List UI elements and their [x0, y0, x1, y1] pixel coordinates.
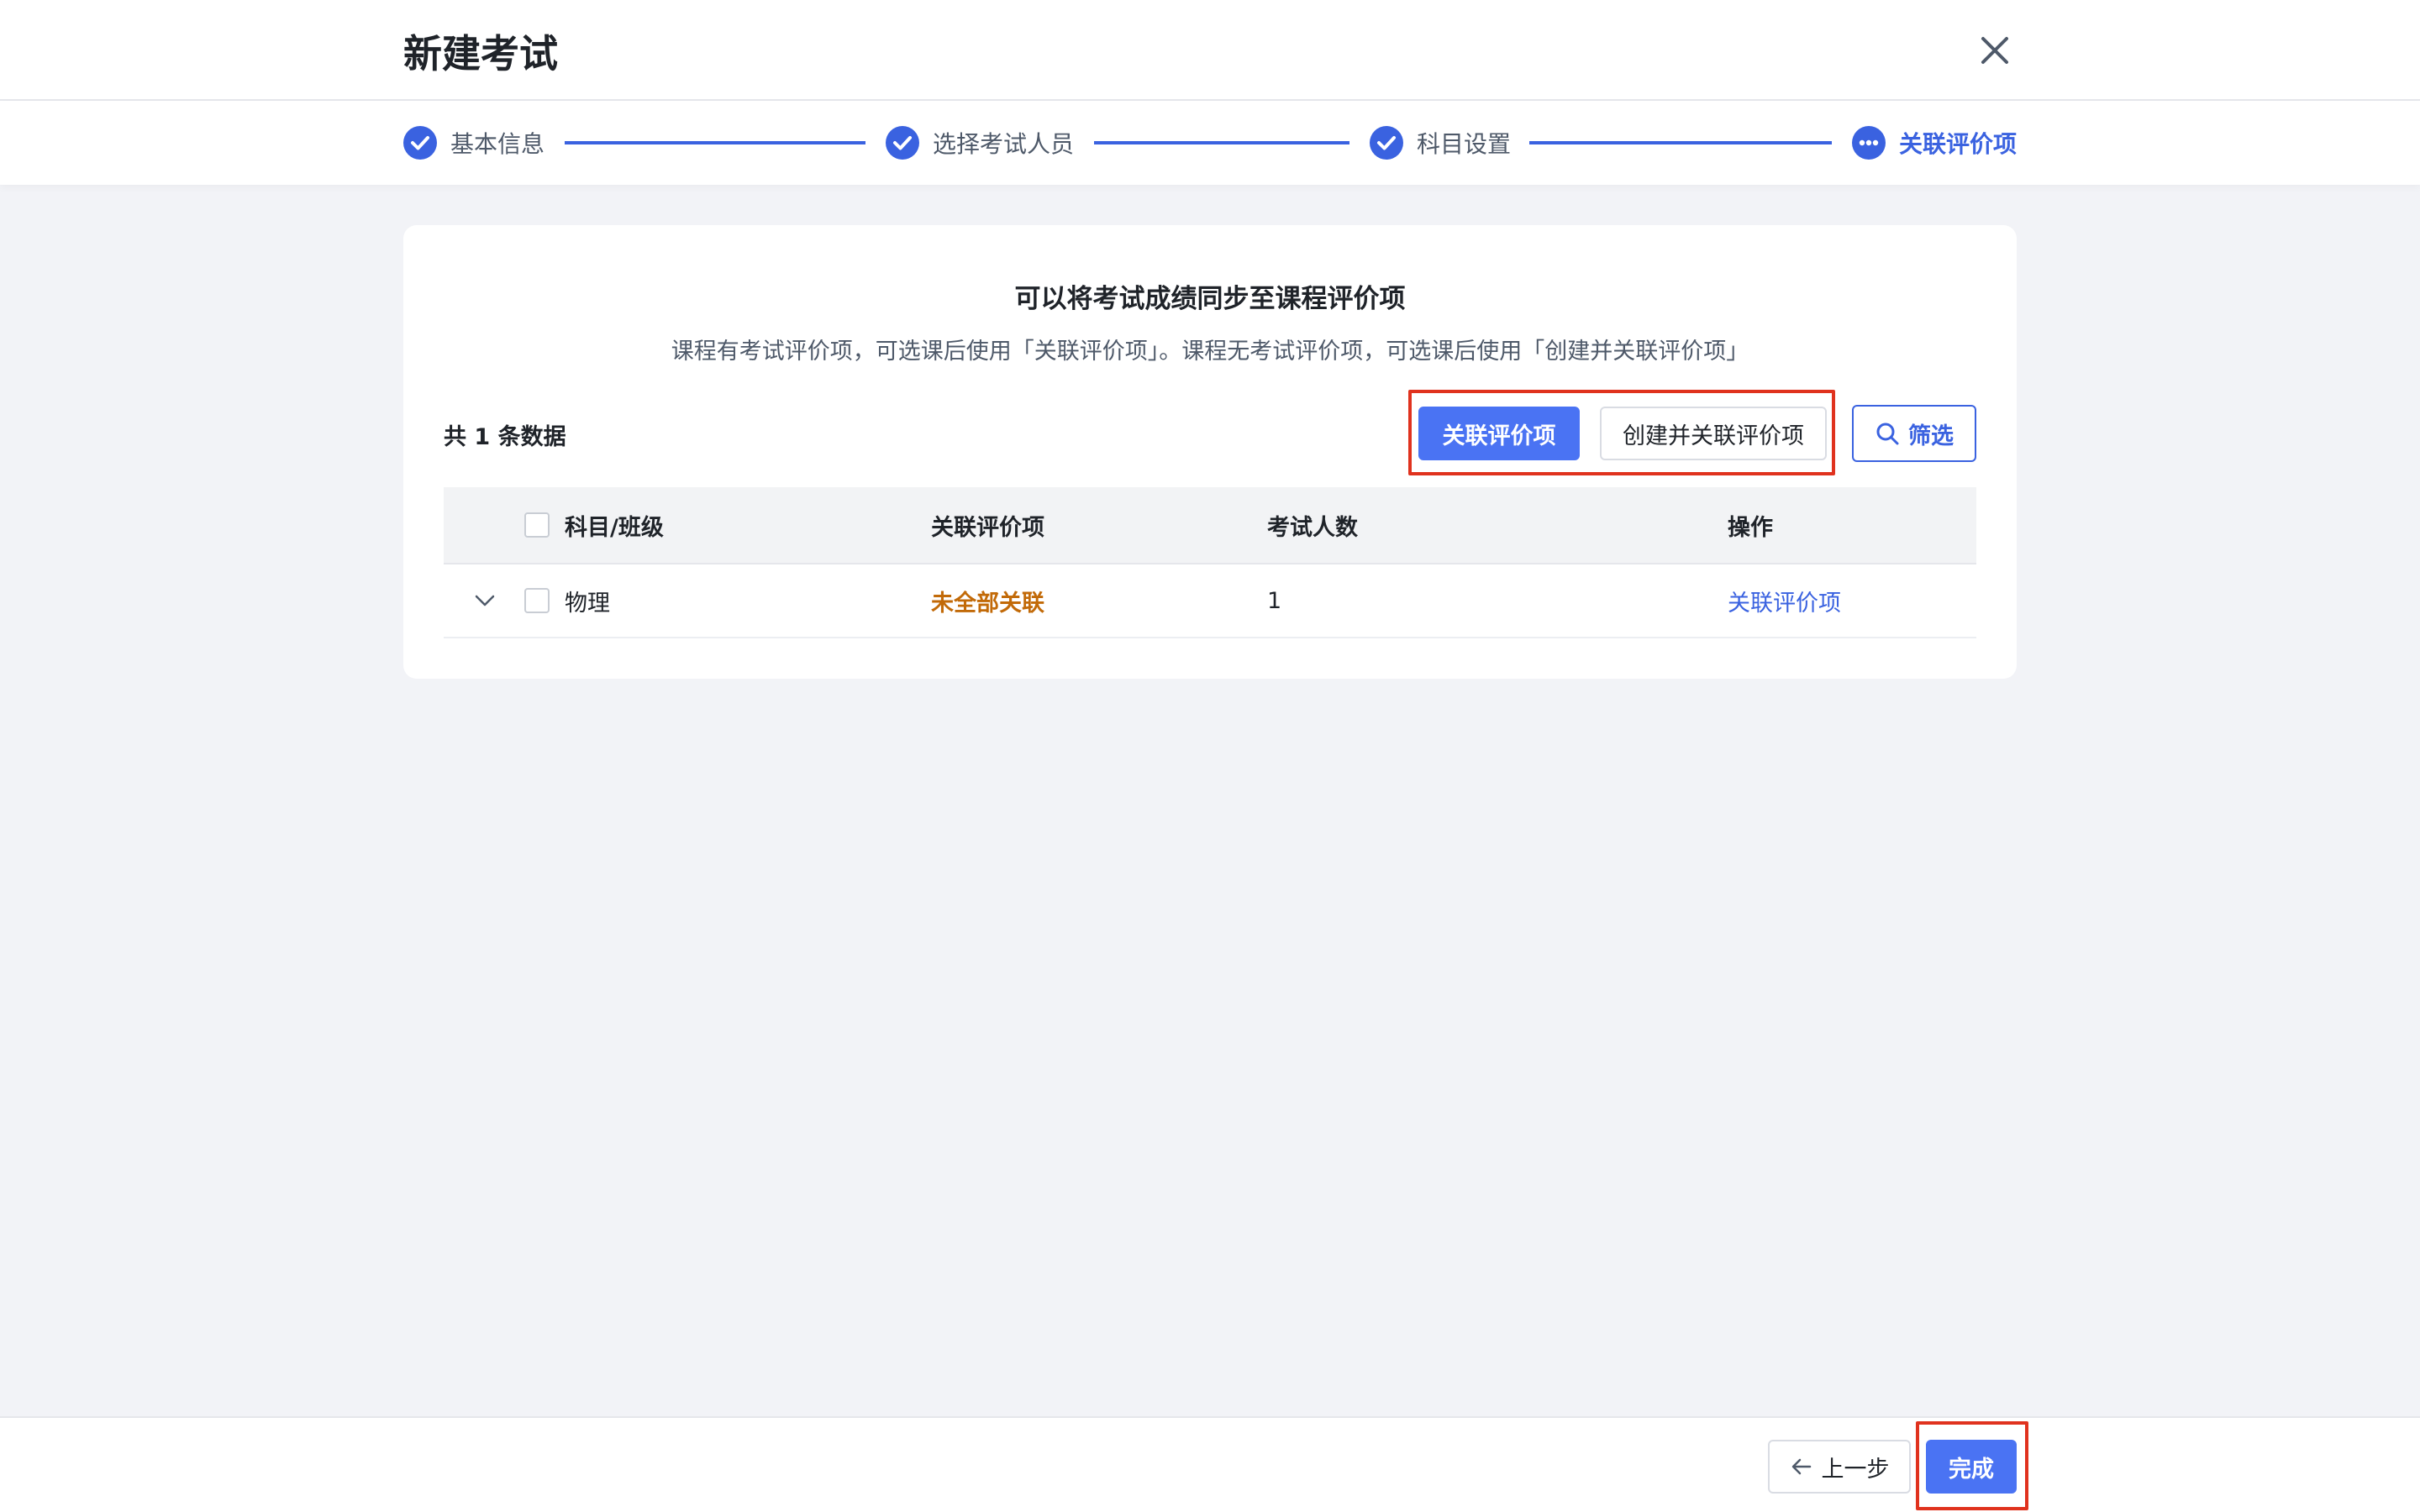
- prev-step-label: 上一步: [1821, 1456, 1890, 1483]
- step-label: 选择考试人员: [933, 130, 1075, 158]
- finish-button[interactable]: 完成: [1926, 1440, 2017, 1494]
- column-header-actions: 操作: [1728, 514, 1773, 541]
- select-all-checkbox[interactable]: [524, 512, 550, 538]
- record-count: 共 1 条数据: [444, 424, 566, 450]
- row-checkbox-cell: [524, 564, 550, 637]
- card-title: 可以将考试成绩同步至课程评价项: [1014, 284, 1406, 314]
- link-evaluation-button[interactable]: 关联评价项: [1418, 407, 1580, 460]
- row-checkbox[interactable]: [524, 588, 550, 613]
- check-circle-icon: [886, 126, 919, 160]
- exam-count-cell: 1: [1267, 587, 1282, 614]
- stepper: 基本信息 选择考试人员 科目设置 关联评价项: [0, 101, 2420, 185]
- step-basic-info[interactable]: 基本信息: [403, 124, 544, 161]
- step-connector: [1094, 141, 1349, 144]
- search-icon: [1876, 423, 1899, 445]
- select-all-cell: [524, 487, 550, 563]
- expand-row-button[interactable]: [472, 564, 497, 637]
- column-header-link-status: 关联评价项: [931, 514, 1044, 541]
- chevron-down-icon: [475, 595, 495, 606]
- close-button[interactable]: [1975, 30, 2015, 71]
- create-and-link-button[interactable]: 创建并关联评价项: [1600, 407, 1827, 460]
- step-subject-settings[interactable]: 科目设置: [1370, 124, 1511, 161]
- step-link-evaluation[interactable]: 关联评价项: [1852, 124, 2017, 161]
- dialog-footer: 上一步 完成: [0, 1416, 2420, 1512]
- step-select-examinees[interactable]: 选择考试人员: [886, 124, 1074, 161]
- check-circle-icon: [1370, 126, 1403, 160]
- card-subtitle: 课程有考试评价项，可选课后使用「关联评价项」。课程无考试评价项，可选课后使用「创…: [671, 339, 1749, 365]
- step-label: 关联评价项: [1899, 130, 2018, 158]
- link-status-cell: 未全部关联: [931, 590, 1044, 617]
- step-connector: [565, 141, 865, 144]
- table-row: 物理 未全部关联 1 关联评价项: [444, 564, 1976, 638]
- filter-label: 筛选: [1908, 423, 1954, 449]
- row-link-evaluation-action[interactable]: 关联评价项: [1728, 564, 1841, 637]
- check-circle-icon: [403, 126, 437, 160]
- close-icon: [1981, 37, 2008, 64]
- more-circle-icon: [1852, 126, 1886, 160]
- step-connector: [1529, 141, 1832, 144]
- prev-step-button[interactable]: 上一步: [1768, 1440, 1911, 1494]
- subject-cell: 物理: [565, 590, 610, 617]
- arrow-left-icon: [1791, 1458, 1811, 1475]
- table-header: 科目/班级 关联评价项 考试人数 操作: [444, 487, 1976, 564]
- content-card: 可以将考试成绩同步至课程评价项 课程有考试评价项，可选课后使用「关联评价项」。课…: [403, 225, 2017, 679]
- dialog-header: 新建考试: [0, 0, 2420, 101]
- dialog-title: 新建考试: [403, 31, 558, 76]
- column-header-exam-count: 考试人数: [1267, 514, 1358, 541]
- step-label: 基本信息: [450, 130, 545, 158]
- column-header-subject[interactable]: 科目/班级: [565, 487, 664, 563]
- step-label: 科目设置: [1417, 130, 1512, 158]
- filter-button[interactable]: 筛选: [1852, 405, 1976, 462]
